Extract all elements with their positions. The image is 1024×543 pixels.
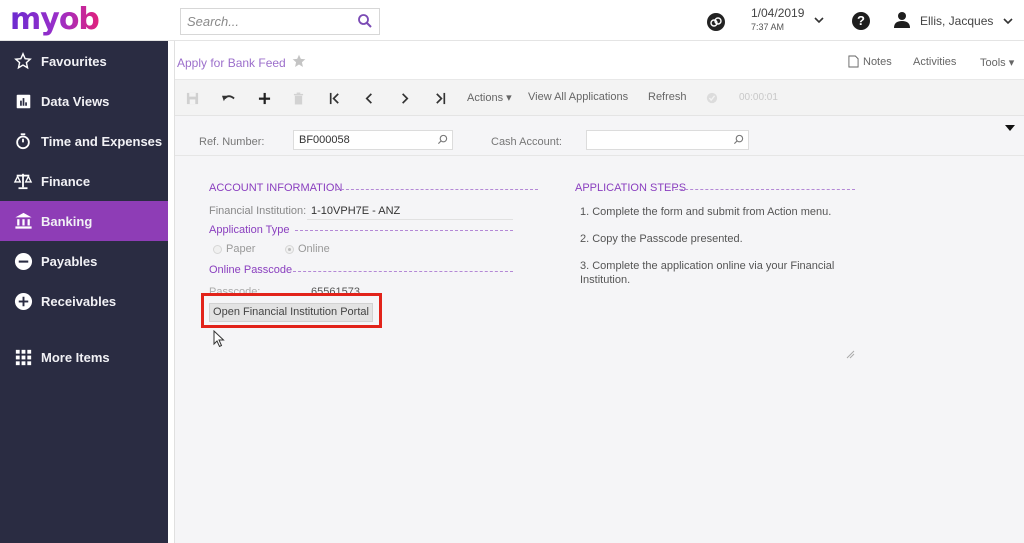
star-icon — [13, 51, 33, 71]
document-icon — [848, 55, 859, 68]
chevron-down-icon[interactable] — [813, 14, 825, 26]
elapsed-timer: 00:00:01 — [739, 92, 778, 103]
minus-circle-icon — [13, 251, 33, 271]
first-record-icon[interactable] — [325, 89, 343, 107]
user-name[interactable]: Ellis, Jacques — [920, 14, 993, 28]
section-divider — [675, 189, 855, 190]
main-content: Apply for Bank Feed Notes Activities Too… — [174, 41, 1024, 543]
date-text: 1/04/2019 — [751, 6, 805, 20]
grid-icon — [13, 347, 33, 367]
online-passcode-heading: Online Passcode — [209, 264, 293, 276]
actions-menu-button[interactable]: Actions ▾ — [467, 91, 512, 104]
radio-button[interactable] — [213, 244, 222, 254]
ref-number-label: Ref. Number: — [199, 136, 265, 148]
cash-account-field[interactable] — [586, 130, 749, 150]
notes-label: Notes — [863, 55, 892, 68]
sidebar-item-label: Banking — [41, 213, 93, 229]
sidebar: Favourites Data Views Time and Expenses … — [0, 41, 168, 543]
sidebar-item-label: Time and Expenses — [41, 133, 163, 149]
save-icon[interactable] — [183, 89, 201, 107]
radio-button[interactable] — [285, 244, 294, 254]
account-information-heading: ACCOUNT INFORMATION — [209, 182, 343, 194]
ref-number-field[interactable]: BF000058 — [293, 130, 453, 150]
ref-number-value: BF000058 — [299, 134, 350, 146]
sidebar-item-label: More Items — [41, 349, 110, 365]
check-circle-icon — [703, 89, 721, 107]
scales-icon — [13, 171, 33, 191]
page-header: Apply for Bank Feed Notes Activities Too… — [175, 41, 1024, 80]
undo-icon[interactable] — [219, 89, 237, 107]
chevron-down-icon[interactable] — [1002, 15, 1014, 27]
myob-logo[interactable]: myob — [10, 2, 100, 37]
section-divider — [336, 189, 538, 190]
financial-institution-label: Financial Institution: — [209, 205, 307, 217]
sidebar-item-receivables[interactable]: Receivables — [0, 281, 168, 321]
toolbar: Actions ▾ View All Applications Refresh … — [175, 80, 1024, 116]
search-box[interactable] — [180, 8, 380, 35]
time-text: 7:37 AM — [751, 22, 785, 32]
sidebar-item-label: Data Views — [41, 93, 110, 109]
step-item: 2. Copy the Passcode presented. — [580, 233, 743, 245]
section-divider — [293, 271, 513, 272]
bank-icon — [13, 211, 33, 231]
collapse-caret-icon[interactable] — [1005, 125, 1015, 131]
top-bar: myob 1/04/2019 7:37 AM ? Ellis, Jacques — [0, 0, 1024, 41]
sidebar-item-label: Favourites — [41, 53, 107, 69]
step-item: 1. Complete the form and submit from Act… — [580, 206, 832, 218]
sidebar-item-label: Finance — [41, 173, 91, 189]
notes-button[interactable]: Notes — [848, 55, 892, 68]
sidebar-item-label: Payables — [41, 253, 98, 269]
tools-menu-button[interactable]: Tools ▾ — [980, 56, 1014, 69]
sidebar-item-data-views[interactable]: Data Views — [0, 81, 168, 121]
add-icon[interactable] — [255, 89, 273, 107]
financial-institution-value[interactable]: 1-10VPH7E - ANZ — [311, 205, 400, 217]
favorite-star-icon[interactable] — [292, 54, 306, 68]
step-item: 3. Complete the application online via y… — [580, 260, 835, 286]
mouse-cursor-icon — [213, 330, 225, 348]
sidebar-item-time-and-expenses[interactable]: Time and Expenses — [0, 121, 168, 161]
sidebar-item-favourites[interactable]: Favourites — [0, 41, 168, 81]
application-steps-heading: APPLICATION STEPS — [575, 182, 687, 194]
chart-icon — [13, 91, 33, 111]
lookup-icon[interactable] — [437, 134, 448, 145]
application-type-heading: Application Type — [209, 224, 290, 236]
sidebar-item-label: Receivables — [41, 293, 117, 309]
user-icon[interactable] — [893, 11, 911, 29]
previous-record-icon[interactable] — [360, 89, 378, 107]
highlight-annotation — [201, 293, 382, 328]
business-date[interactable]: 1/04/2019 7:37 AM — [751, 6, 804, 32]
last-record-icon[interactable] — [431, 89, 449, 107]
activities-button[interactable]: Activities — [913, 56, 956, 68]
next-record-icon[interactable] — [395, 89, 413, 107]
search-icon[interactable] — [357, 13, 373, 29]
view-all-applications-button[interactable]: View All Applications — [528, 91, 628, 103]
sidebar-item-finance[interactable]: Finance — [0, 161, 168, 201]
field-underline — [307, 219, 513, 220]
stopwatch-icon — [13, 131, 33, 151]
refresh-button[interactable]: Refresh — [648, 91, 687, 103]
delete-icon[interactable] — [289, 89, 307, 107]
sidebar-item-more-items[interactable]: More Items — [0, 337, 168, 377]
sidebar-item-payables[interactable]: Payables — [0, 241, 168, 281]
resize-grip-icon[interactable] — [845, 349, 855, 359]
cash-account-label: Cash Account: — [491, 136, 562, 148]
radio-paper[interactable]: Paper — [213, 243, 255, 255]
radio-label: Paper — [226, 243, 256, 255]
plus-circle-icon — [13, 291, 33, 311]
sync-icon[interactable] — [707, 13, 725, 31]
search-input[interactable] — [181, 9, 351, 34]
section-divider — [295, 230, 513, 231]
radio-label: Online — [298, 243, 330, 255]
radio-online[interactable]: Online — [285, 243, 330, 255]
page-title: Apply for Bank Feed — [177, 56, 286, 70]
sidebar-item-banking[interactable]: Banking — [0, 201, 168, 241]
lookup-icon[interactable] — [733, 134, 744, 145]
help-icon[interactable]: ? — [852, 12, 870, 30]
filter-bar: Ref. Number: BF000058 Cash Account: — [175, 116, 1024, 156]
